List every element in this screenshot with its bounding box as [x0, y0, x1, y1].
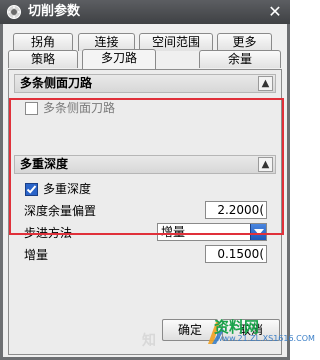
- group-title-side-paths: 多条侧面刀路: [20, 76, 93, 90]
- depth-offset-field[interactable]: 2.2000(: [205, 201, 267, 219]
- tab-panel-multiple-passes: 多条侧面刀路 ▲ 多条侧面刀路 多重深度 ▲ 多重深度 深度余量偏置 2.200…: [8, 69, 282, 355]
- tab-strategy[interactable]: 策略: [8, 50, 78, 68]
- multi-depth-label: 多重深度: [43, 182, 92, 196]
- tab-more[interactable]: 更多: [217, 33, 272, 51]
- step-method-select[interactable]: 增量: [157, 223, 267, 241]
- step-method-value: 增量: [161, 225, 186, 239]
- tab-multiple-passes[interactable]: 多刀路: [82, 49, 156, 69]
- dropdown-arrow-icon[interactable]: [250, 224, 266, 240]
- checkmark-icon: [26, 185, 37, 194]
- tab-stock[interactable]: 余量: [199, 50, 281, 68]
- app-icon: [7, 5, 21, 19]
- depth-offset-label: 深度余量偏置: [24, 204, 97, 218]
- side-paths-checkbox[interactable]: [25, 102, 38, 115]
- group-header-multi-depth[interactable]: 多重深度 ▲: [14, 155, 276, 174]
- multi-depth-checkbox[interactable]: [25, 183, 38, 196]
- watermark-zhi: 知: [142, 333, 156, 349]
- dialog-body: 拐角 连接 空间范围 更多 策略 多刀路 余量 多条侧面刀路 ▲ 多条侧面刀路 …: [3, 24, 287, 357]
- tab-corner[interactable]: 拐角: [13, 33, 73, 51]
- watermark-url: www.21.ZL.XS1616.COM: [216, 334, 315, 343]
- dialog-window: 切削参数 ✕ 拐角 连接 空间范围 更多 策略 多刀路 余量 多条侧面刀路 ▲ …: [0, 0, 315, 360]
- collapse-side-paths-button[interactable]: ▲: [258, 76, 273, 91]
- group-title-multi-depth: 多重深度: [20, 157, 69, 171]
- window-title: 切削参数: [28, 4, 81, 19]
- close-button[interactable]: ✕: [266, 3, 284, 21]
- side-paths-label: 多条侧面刀路: [43, 101, 116, 115]
- title-bar[interactable]: 切削参数 ✕: [0, 0, 290, 24]
- increment-label: 增量: [24, 248, 49, 262]
- group-header-side-paths[interactable]: 多条侧面刀路 ▲: [14, 74, 276, 93]
- increment-field[interactable]: 0.1500(: [205, 245, 267, 263]
- collapse-multi-depth-button[interactable]: ▲: [258, 157, 273, 172]
- step-method-label: 步进方法: [24, 226, 73, 240]
